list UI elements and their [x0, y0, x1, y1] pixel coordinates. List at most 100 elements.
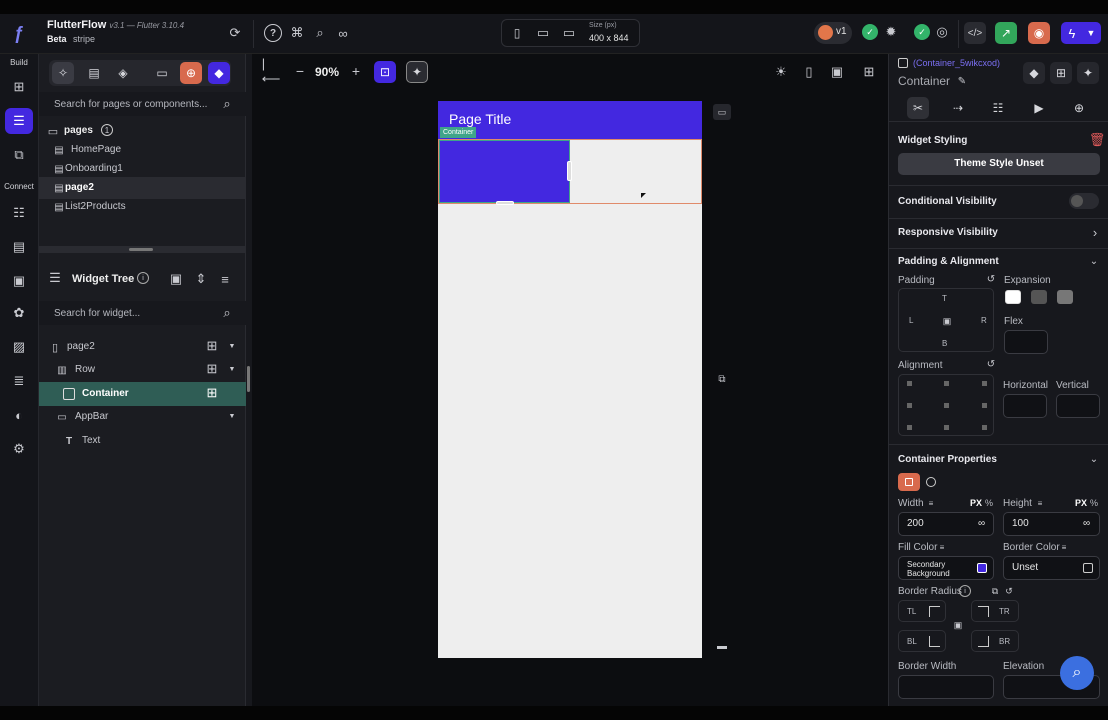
infinity-icon[interactable]: ∞	[978, 518, 985, 529]
chevron-right-icon[interactable]: ›	[1089, 225, 1101, 240]
preview-eye-icon[interactable]: ◉	[1028, 22, 1050, 44]
theme-style-button[interactable]: Theme Style Unset	[898, 153, 1100, 175]
reset-icon[interactable]: ↺	[985, 273, 997, 285]
align-dot[interactable]	[944, 381, 949, 386]
library-tab-icon[interactable]: ◈	[112, 62, 134, 84]
link-icon[interactable]: ∞	[334, 24, 352, 42]
zoom-in-icon[interactable]: +	[348, 62, 364, 80]
chevron-down-icon[interactable]: ⌄	[1087, 452, 1101, 466]
height-unit-px[interactable]: PX	[1075, 498, 1087, 508]
appbar-title[interactable]: Page Title	[449, 111, 511, 127]
chat-icon[interactable]: ◎	[933, 23, 951, 41]
tab-actions-icon[interactable]: ▶	[1028, 97, 1050, 119]
pages-folder[interactable]: ▭ pages 1	[46, 123, 236, 139]
alignment-grid[interactable]	[898, 374, 994, 436]
expansion-expanded[interactable]	[1057, 290, 1073, 304]
support-search-button[interactable]: ⌕	[1060, 656, 1094, 690]
height-input[interactable]: 100 ∞	[1003, 512, 1100, 536]
edit-icon[interactable]: ✎	[955, 74, 969, 88]
chevron-down-icon[interactable]: ▼	[227, 364, 237, 374]
history-icon[interactable]: ⟳	[226, 24, 244, 42]
theme-icon[interactable]: ◐	[10, 406, 28, 424]
border-width-input[interactable]	[898, 675, 994, 699]
tree-node-page2[interactable]: ▯ page2 ⊞ ▼	[39, 336, 246, 358]
chevron-down-icon[interactable]: ▼	[227, 411, 237, 421]
tab-logic-icon[interactable]: ⇢	[947, 97, 969, 119]
splitter-handle[interactable]	[247, 366, 250, 392]
reset-icon[interactable]: ↺	[985, 358, 997, 370]
phone-icon[interactable]: ▯	[510, 25, 524, 41]
radius-br[interactable]: BR	[971, 630, 1019, 652]
storyboard-icon[interactable]: ⧉	[10, 146, 28, 164]
chevron-down-icon[interactable]: ▼	[227, 341, 237, 351]
align-dot[interactable]	[982, 425, 987, 430]
search-icon[interactable]: ⌕	[219, 96, 235, 112]
light-mode-icon[interactable]: ☀	[772, 63, 790, 81]
vertical-input[interactable]	[1056, 394, 1100, 418]
padding-top[interactable]: T	[942, 294, 947, 303]
border-color-swatch[interactable]	[1083, 563, 1093, 573]
align-dot[interactable]	[907, 381, 912, 386]
tablet-icon[interactable]: ▭	[535, 25, 551, 41]
horizontal-input[interactable]	[1003, 394, 1047, 418]
tab-generate-icon[interactable]: ⊕	[1068, 97, 1090, 119]
check-icon[interactable]: ✓	[862, 24, 878, 40]
media-icon[interactable]: ▨	[10, 338, 28, 356]
selected-container[interactable]	[439, 140, 570, 203]
width-unit-px[interactable]: PX	[970, 498, 982, 508]
bug-icon[interactable]: ✹	[882, 23, 900, 41]
tab-backend-icon[interactable]: ☷	[987, 97, 1009, 119]
chevron-down-icon[interactable]: ⌄	[1087, 254, 1101, 268]
database-icon[interactable]: ☷	[10, 204, 28, 222]
tab-properties-icon[interactable]: ✂	[907, 97, 929, 119]
fill-color-input[interactable]: Secondary Background	[898, 556, 994, 580]
copy-icon[interactable]: ⧉	[989, 585, 1001, 597]
version-chip[interactable]: v1	[814, 22, 852, 44]
help-icon[interactable]: ?	[264, 24, 282, 42]
expansion-flexible[interactable]	[1031, 290, 1047, 304]
width-unit-pct[interactable]: %	[985, 498, 993, 508]
padding-right[interactable]: R	[981, 316, 987, 325]
grid-icon[interactable]: ⊞	[860, 63, 878, 81]
device-frame-icon[interactable]: ▣	[828, 63, 846, 81]
resize-handle-bottom[interactable]	[496, 201, 514, 205]
flex-input[interactable]	[1004, 330, 1048, 354]
zoom-out-icon[interactable]: −	[292, 62, 308, 80]
copy-icon[interactable]: ⧉	[713, 371, 731, 387]
info-icon[interactable]: i	[137, 272, 149, 284]
select-mode-icon[interactable]: ⊡	[374, 61, 396, 83]
row-widget[interactable]	[438, 139, 702, 205]
align-dot[interactable]	[944, 425, 949, 430]
conditional-visibility-toggle[interactable]	[1069, 193, 1099, 209]
api-icon[interactable]: ▤	[10, 238, 28, 256]
integrations-icon[interactable]: ✿	[10, 304, 28, 322]
fill-color-swatch[interactable]	[977, 563, 987, 573]
align-dot[interactable]	[982, 381, 987, 386]
tree-node-container[interactable]: Container ⊞	[39, 382, 246, 406]
add-child-icon[interactable]: ⊞	[205, 338, 219, 353]
appbar[interactable]: Page Title	[438, 101, 702, 139]
gem-icon[interactable]: ◆	[208, 62, 230, 84]
run-button[interactable]: ϟ ▼	[1061, 22, 1101, 44]
gem-icon[interactable]: ◆	[1023, 62, 1045, 84]
widget-search-input[interactable]: Search for widget...	[54, 308, 140, 319]
widget-id[interactable]: (Container_5wikcxod)	[913, 58, 1000, 68]
pages-search-input[interactable]: Search for pages or components...	[54, 99, 207, 110]
tree-node-text[interactable]: T Text	[39, 430, 246, 452]
ai-tools-icon[interactable]: ✦	[406, 61, 428, 83]
variable-icon[interactable]: ≡	[1034, 497, 1046, 509]
tree-node-row[interactable]: ▥ Row ⊞ ▼	[39, 359, 246, 381]
variable-icon[interactable]: ≡	[925, 497, 937, 509]
custom-code-icon[interactable]: ≣	[10, 372, 28, 390]
variable-icon[interactable]: ≡	[1058, 541, 1070, 553]
search-icon[interactable]: ⌕	[219, 305, 235, 321]
add-page-icon[interactable]: ⊕	[180, 62, 202, 84]
reset-icon[interactable]: ↺	[1003, 585, 1015, 597]
app-state-icon[interactable]: ▣	[10, 272, 28, 290]
ai-icon[interactable]: ✦	[1077, 62, 1099, 84]
code-icon[interactable]: </>	[964, 22, 986, 44]
tree-node-appbar[interactable]: ▭ AppBar ▼	[39, 406, 246, 428]
open-external-icon[interactable]: ↗	[995, 22, 1017, 44]
lock-icon[interactable]: ▣	[168, 271, 184, 287]
desktop-icon[interactable]: ▭	[560, 25, 578, 41]
